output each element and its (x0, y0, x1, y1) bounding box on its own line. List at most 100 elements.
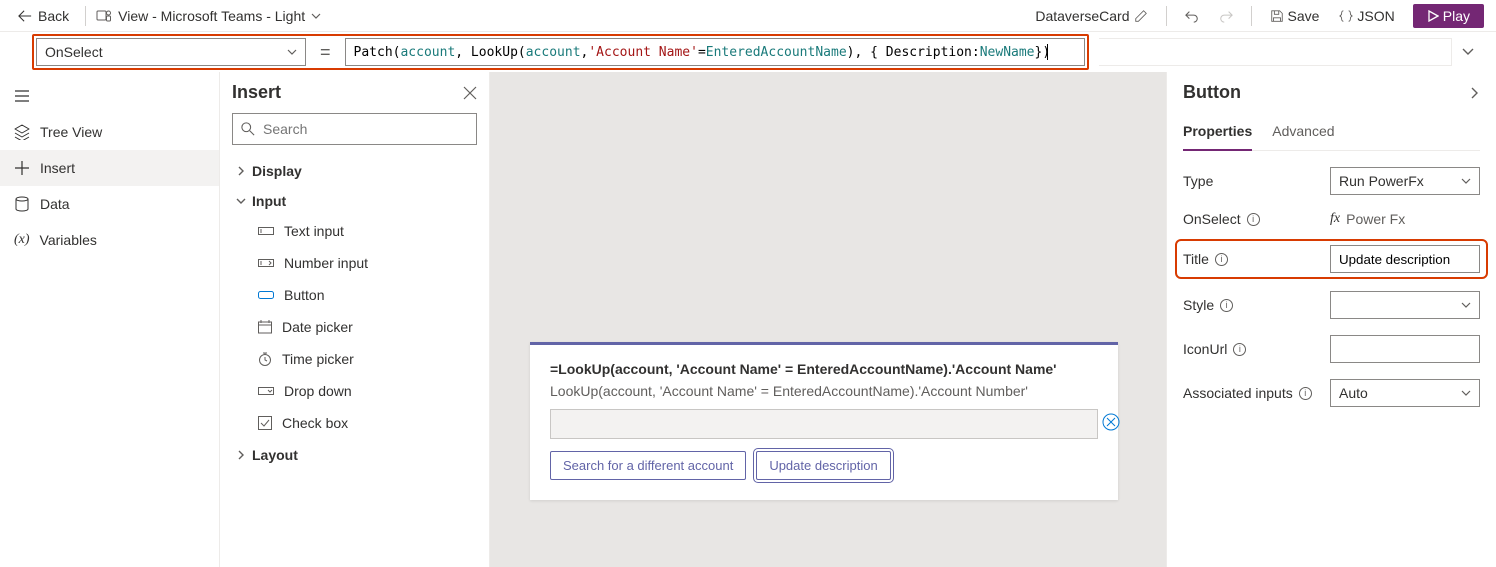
calendar-icon (258, 320, 272, 334)
group-input[interactable]: Input (232, 187, 477, 215)
hamburger-icon (14, 88, 30, 104)
chevron-down-icon (287, 47, 297, 57)
nav-hamburger[interactable] (0, 78, 219, 114)
property-selector-label: OnSelect (45, 44, 103, 60)
formula-input[interactable]: Patch(account, LookUp(account, 'Account … (345, 38, 1085, 66)
redo-button[interactable] (1211, 5, 1241, 27)
play-button[interactable]: Play (1413, 4, 1484, 28)
braces-icon (1339, 9, 1353, 23)
chevron-down-icon (311, 11, 321, 21)
prop-onselect-label: OnSelect (1183, 211, 1241, 227)
chevron-right-icon[interactable] (1468, 87, 1480, 99)
card-heading: =LookUp(account, 'Account Name' = Entere… (550, 361, 1098, 377)
formula-seg: EnteredAccountName (706, 45, 847, 60)
group-label: Layout (252, 447, 298, 463)
info-icon[interactable]: i (1233, 343, 1246, 356)
insert-item-label: Date picker (282, 319, 353, 335)
undo-button[interactable] (1177, 5, 1207, 27)
save-button[interactable]: Save (1262, 4, 1328, 28)
group-display[interactable]: Display (232, 157, 477, 185)
insert-item-label: Text input (284, 223, 344, 239)
insert-item-drop-down[interactable]: Drop down (258, 375, 477, 407)
card-name-label: DataverseCard (1035, 8, 1129, 24)
nav-data[interactable]: Data (0, 186, 219, 222)
formula-seg: , LookUp( (455, 45, 525, 60)
clear-icon[interactable] (1102, 413, 1120, 434)
text-input-icon (258, 225, 274, 237)
formula-seg: ( (393, 45, 401, 60)
formula-seg: Patch (354, 45, 393, 60)
redo-icon (1219, 9, 1233, 23)
prop-assoc-select[interactable]: Auto (1330, 379, 1480, 407)
nav-label: Data (40, 196, 70, 212)
tab-properties[interactable]: Properties (1183, 117, 1252, 151)
chevron-down-icon (1462, 45, 1474, 57)
nav-label: Tree View (40, 124, 102, 140)
insert-title: Insert (232, 82, 281, 103)
property-selector[interactable]: OnSelect (36, 38, 306, 66)
search-box[interactable] (232, 113, 477, 145)
prop-type-value: Run PowerFx (1339, 173, 1424, 189)
insert-item-label: Drop down (284, 383, 352, 399)
group-label: Display (252, 163, 302, 179)
formula-expand-button[interactable] (1452, 44, 1484, 60)
prop-assoc-label: Associated inputs (1183, 385, 1293, 401)
prop-type-select[interactable]: Run PowerFx (1330, 167, 1480, 195)
insert-item-date-picker[interactable]: Date picker (258, 311, 477, 343)
group-layout[interactable]: Layout (232, 441, 477, 469)
insert-item-number-input[interactable]: Number input (258, 247, 477, 279)
nav-variables[interactable]: (x) Variables (0, 222, 219, 258)
json-label: JSON (1357, 8, 1394, 24)
canvas[interactable]: =LookUp(account, 'Account Name' = Entere… (490, 72, 1166, 567)
insert-item-text-input[interactable]: Text input (258, 215, 477, 247)
info-icon[interactable]: i (1215, 253, 1228, 266)
variable-icon: (x) (14, 232, 30, 248)
info-icon[interactable]: i (1299, 387, 1312, 400)
insert-item-button[interactable]: Button (258, 279, 477, 311)
equals-sign: = (316, 42, 335, 63)
insert-item-check-box[interactable]: Check box (258, 407, 477, 439)
formula-seg: account (526, 45, 581, 60)
play-icon (1427, 10, 1439, 22)
formula-seg: ), { Description: (847, 45, 980, 60)
tab-advanced[interactable]: Advanced (1272, 117, 1334, 150)
nav-insert[interactable]: Insert (0, 150, 219, 186)
close-icon[interactable] (463, 86, 477, 100)
pencil-icon (1134, 9, 1148, 23)
undo-icon (1185, 9, 1199, 23)
play-label: Play (1443, 8, 1470, 24)
info-icon[interactable]: i (1247, 213, 1260, 226)
back-label: Back (38, 8, 69, 24)
layers-icon (14, 124, 30, 140)
json-button[interactable]: JSON (1331, 4, 1402, 28)
database-icon (14, 196, 30, 212)
toolbar-separator (1251, 6, 1252, 26)
chevron-right-icon (236, 450, 246, 460)
nav-label: Insert (40, 160, 75, 176)
insert-item-time-picker[interactable]: Time picker (258, 343, 477, 375)
search-input[interactable] (263, 121, 468, 137)
prop-style-label: Style (1183, 297, 1214, 313)
save-label: Save (1288, 8, 1320, 24)
view-selector[interactable]: View - Microsoft Teams - Light (96, 8, 321, 24)
card-button-search[interactable]: Search for a different account (550, 451, 746, 480)
search-icon (241, 122, 255, 136)
back-button[interactable]: Back (12, 6, 75, 26)
prop-onselect-value: Power Fx (1346, 211, 1405, 227)
card-name-edit[interactable]: DataverseCard (1027, 4, 1155, 28)
prop-iconurl-input[interactable] (1330, 335, 1480, 363)
formula-seg: , (581, 45, 589, 60)
toolbar-separator (85, 6, 86, 26)
nav-tree-view[interactable]: Tree View (0, 114, 219, 150)
chevron-down-icon (1461, 300, 1471, 310)
info-icon[interactable]: i (1220, 299, 1233, 312)
prop-iconurl-label: IconUrl (1183, 341, 1227, 357)
fx-icon: fx (1330, 211, 1340, 227)
formula-seg: NewName (980, 45, 1035, 60)
prop-style-select[interactable] (1330, 291, 1480, 319)
preview-card: =LookUp(account, 'Account Name' = Entere… (530, 342, 1118, 500)
prop-title-input[interactable] (1330, 245, 1480, 273)
card-button-update[interactable]: Update description (756, 451, 890, 480)
card-text-field[interactable] (550, 409, 1098, 439)
insert-item-label: Check box (282, 415, 348, 431)
